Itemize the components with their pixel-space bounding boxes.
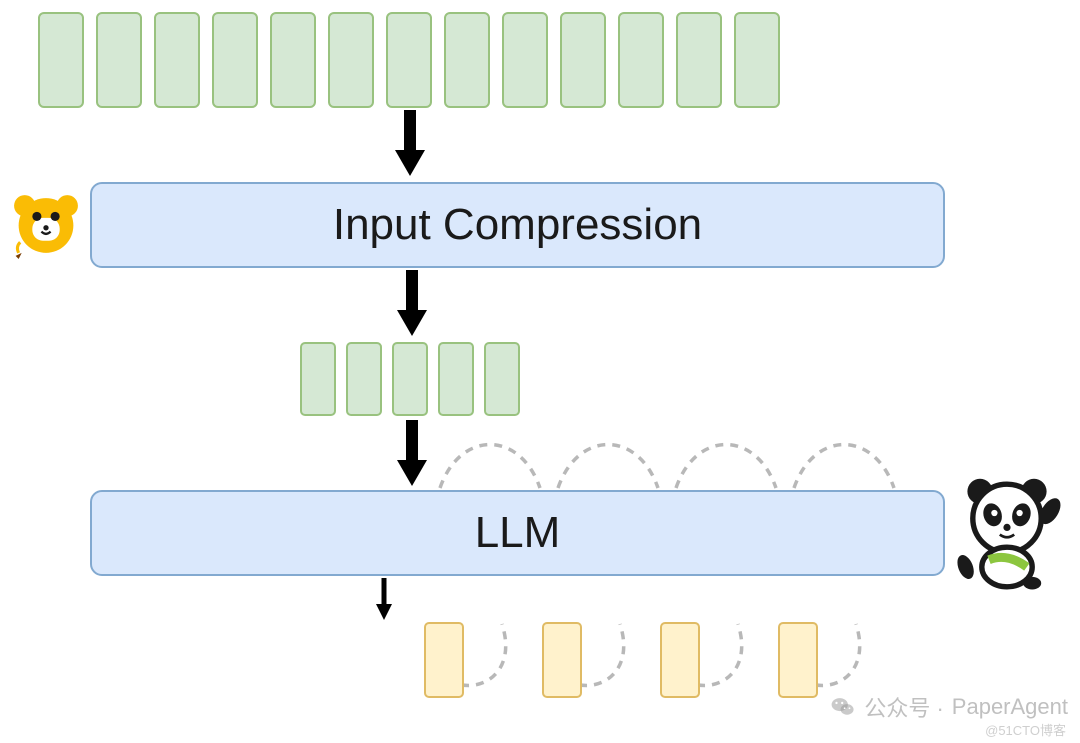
output-token [778, 622, 818, 698]
arrow-down-icon [395, 110, 425, 180]
watermark: 公众号 · PaperAgent [830, 691, 1068, 723]
input-token [560, 12, 606, 108]
compressed-token [346, 342, 382, 416]
input-token [212, 12, 258, 108]
wechat-icon [830, 694, 856, 720]
compressed-token [392, 342, 428, 416]
compressed-token [300, 342, 336, 416]
input-token [386, 12, 432, 108]
lion-icon [8, 186, 84, 262]
dashed-output-curves [398, 576, 918, 706]
panda-icon [944, 468, 1070, 594]
dashed-feedback-curves [430, 430, 940, 492]
compressed-token [438, 342, 474, 416]
input-compression-label: Input Compression [333, 200, 702, 250]
input-token-row [38, 12, 780, 108]
diagram-canvas: Input Compression [0, 0, 1080, 743]
watermark-prefix: 公众号 · [864, 691, 943, 723]
input-token [154, 12, 200, 108]
input-token [502, 12, 548, 108]
input-token [270, 12, 316, 108]
watermark-name: PaperAgent [952, 694, 1068, 720]
llm-box: LLM [90, 490, 945, 576]
output-token [660, 622, 700, 698]
arrow-down-small-icon [374, 578, 394, 622]
input-token [96, 12, 142, 108]
input-token [444, 12, 490, 108]
input-token [38, 12, 84, 108]
input-compression-box: Input Compression [90, 182, 945, 268]
compressed-token-row [300, 342, 520, 416]
input-token [618, 12, 664, 108]
input-token [676, 12, 722, 108]
watermark-sub: @51CTO博客 [985, 720, 1066, 739]
input-token [734, 12, 780, 108]
compressed-token [484, 342, 520, 416]
arrow-down-icon [397, 270, 427, 338]
llm-label: LLM [475, 508, 561, 558]
output-token [424, 622, 464, 698]
output-token [542, 622, 582, 698]
input-token [328, 12, 374, 108]
arrow-down-icon [397, 420, 427, 488]
